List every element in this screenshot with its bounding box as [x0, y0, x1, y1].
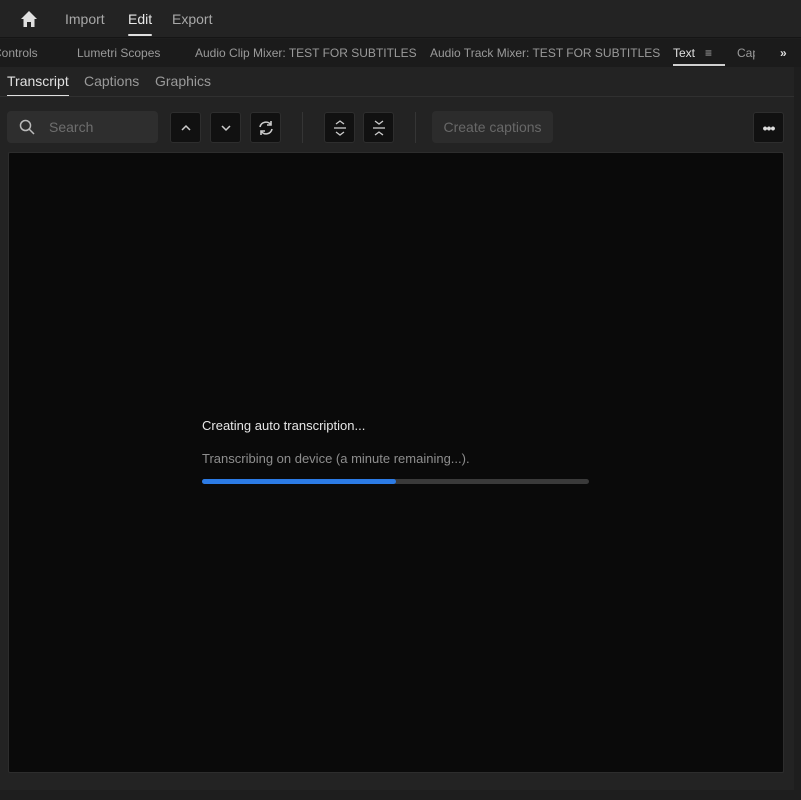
search-icon — [19, 119, 35, 135]
progress-bar-fill — [202, 479, 396, 484]
status-title: Creating auto transcription... — [202, 418, 366, 433]
progress-bar — [202, 479, 589, 484]
tab-controls[interactable]: Controls — [0, 46, 38, 60]
divider — [0, 96, 794, 97]
collapse-icon — [372, 119, 385, 136]
tab-audio-clip-mixer[interactable]: Audio Clip Mixer: TEST FOR SUBTITLES — [195, 46, 417, 60]
previous-result-button[interactable] — [170, 112, 201, 143]
create-captions-button[interactable]: Create captions — [432, 111, 553, 143]
panel-menu-icon[interactable]: ≡ — [705, 46, 712, 60]
collapse-button[interactable] — [363, 112, 394, 143]
next-result-button[interactable] — [210, 112, 241, 143]
top-bar: Import Edit Export — [0, 0, 801, 38]
tab-text[interactable]: Text — [673, 46, 726, 66]
more-options-button[interactable]: ••• — [753, 112, 784, 143]
status-detail: Transcribing on device (a minute remaini… — [202, 451, 470, 466]
transcript-area: Creating auto transcription... Transcrib… — [8, 152, 784, 773]
separator — [415, 112, 416, 143]
tab-lumetri-scopes[interactable]: Lumetri Scopes — [77, 46, 160, 60]
expand-button[interactable] — [324, 112, 355, 143]
search-placeholder: Search — [49, 119, 94, 135]
tab-transcript[interactable]: Transcript — [7, 73, 69, 97]
nav-import[interactable]: Import — [65, 11, 105, 27]
nav-export[interactable]: Export — [172, 11, 212, 27]
panel-tab-bar: Controls Lumetri Scopes Audio Clip Mixer… — [0, 39, 801, 67]
nav-edit[interactable]: Edit — [128, 11, 153, 36]
expand-icon — [333, 119, 346, 136]
refresh-icon — [258, 120, 273, 135]
tab-captions[interactable]: Captions — [84, 73, 139, 89]
search-input[interactable]: Search — [7, 111, 158, 143]
tab-graphics[interactable]: Graphics — [155, 73, 211, 89]
text-panel: Transcript Captions Graphics Search Crea… — [0, 67, 794, 790]
double-chevron-right-icon[interactable]: » — [780, 46, 787, 60]
tab-audio-track-mixer[interactable]: Audio Track Mixer: TEST FOR SUBTITLES — [430, 46, 660, 60]
home-icon[interactable] — [20, 10, 38, 28]
chevron-up-icon — [180, 124, 191, 131]
more-icon: ••• — [762, 119, 776, 136]
tab-text-label: Text — [673, 46, 696, 60]
tab-captions-truncated[interactable]: Cap — [737, 46, 755, 60]
active-tab-indicator — [673, 64, 726, 66]
separator — [302, 112, 303, 143]
replace-button[interactable] — [250, 112, 281, 143]
chevron-down-icon — [220, 124, 231, 131]
